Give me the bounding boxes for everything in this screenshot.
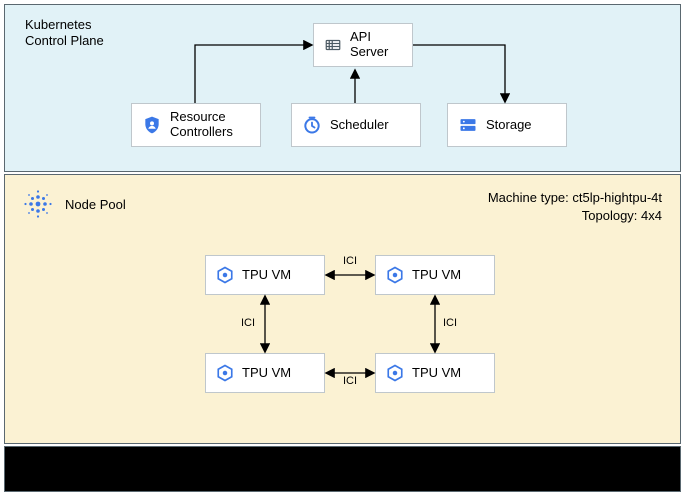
ici-label: ICI (343, 255, 357, 267)
control-plane-panel: Kubernetes Control Plane APIServer Resou… (4, 4, 681, 172)
clock-icon (302, 115, 322, 135)
hexagon-icon (386, 364, 404, 382)
api-server-label: APIServer (350, 30, 388, 60)
node-pool-panel: Node Pool Machine type: ct5lp-hightpu-4t… (4, 174, 681, 444)
hexagon-icon (386, 266, 404, 284)
resource-controllers-box: ResourceControllers (131, 103, 261, 147)
tpu-vm-box: TPU VM (375, 255, 495, 295)
ici-label: ICI (241, 317, 255, 329)
api-server-box: APIServer (313, 23, 413, 67)
tpu-vm-box: TPU VM (205, 353, 325, 393)
control-plane-title: Kubernetes Control Plane (25, 17, 104, 50)
storage-icon (458, 115, 478, 135)
node-pool-meta: Machine type: ct5lp-hightpu-4t Topology:… (488, 189, 662, 224)
bottom-strip (4, 446, 681, 492)
scheduler-box: Scheduler (291, 103, 421, 147)
machine-type-label: Machine type: ct5lp-hightpu-4t (488, 190, 662, 205)
tpu-vm-label: TPU VM (242, 268, 291, 283)
node-pool-icon (23, 189, 53, 219)
api-server-icon (324, 36, 342, 54)
shield-user-icon (142, 115, 162, 135)
tpu-vm-box: TPU VM (375, 353, 495, 393)
hexagon-icon (216, 364, 234, 382)
tpu-vm-label: TPU VM (412, 268, 461, 283)
hexagon-icon (216, 266, 234, 284)
scheduler-label: Scheduler (330, 118, 389, 133)
storage-box: Storage (447, 103, 567, 147)
topology-label: Topology: 4x4 (582, 208, 662, 223)
node-pool-title: Node Pool (65, 197, 126, 212)
storage-label: Storage (486, 118, 532, 133)
ici-label: ICI (343, 375, 357, 387)
ici-label: ICI (443, 317, 457, 329)
tpu-vm-label: TPU VM (242, 366, 291, 381)
tpu-vm-box: TPU VM (205, 255, 325, 295)
resource-controllers-label: ResourceControllers (170, 110, 233, 140)
tpu-vm-label: TPU VM (412, 366, 461, 381)
cp-title-line2: Control Plane (25, 33, 104, 48)
cp-title-line1: Kubernetes (25, 17, 92, 32)
